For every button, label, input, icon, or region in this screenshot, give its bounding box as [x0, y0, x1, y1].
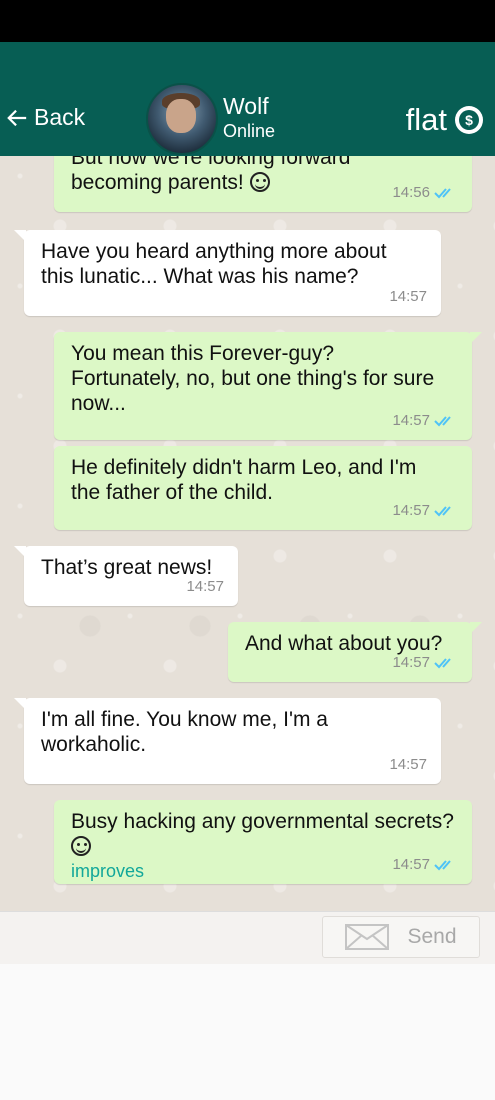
back-button[interactable]: Back	[6, 104, 85, 131]
message-meta: 14:57	[389, 284, 427, 309]
message-text: I'm all fine. You know me, I'm a workaho…	[41, 708, 328, 756]
chat-area[interactable]: But now we're looking forward becoming p…	[0, 156, 495, 911]
message-time: 14:57	[392, 856, 430, 873]
message-meta: 14:57	[186, 574, 224, 599]
back-label: Back	[34, 104, 86, 130]
status-bar	[0, 0, 495, 42]
message-text: You mean this Forever-guy? Fortunately, …	[71, 342, 435, 415]
chat-header: Back Wolf Online flat $	[0, 42, 495, 156]
message-meta: 14:57	[392, 852, 458, 877]
contact-name[interactable]: Wolf	[223, 93, 269, 120]
send-button[interactable]: Send	[322, 916, 480, 958]
double-check-icon	[434, 859, 451, 870]
message-bubble-incoming[interactable]: That’s great news! 14:57	[14, 546, 238, 606]
message-text: Have you heard anything more about this …	[41, 240, 387, 288]
message-bubble-outgoing[interactable]: You mean this Forever-guy? Fortunately, …	[54, 332, 482, 440]
message-time: 14:57	[392, 412, 430, 429]
message-meta: 14:57	[392, 650, 458, 675]
message-bubble-outgoing[interactable]: And what about you? 14:57	[228, 622, 482, 682]
message-time: 14:57	[392, 654, 430, 671]
dollar-coin-icon: $	[455, 106, 483, 134]
message-time: 14:56	[392, 184, 430, 201]
brand-logo: flat $	[406, 102, 483, 138]
brand-name: flat	[405, 102, 447, 137]
double-check-icon	[434, 415, 451, 426]
envelope-icon	[345, 924, 390, 950]
contact-status: Online	[223, 121, 276, 141]
message-bubble-outgoing[interactable]: Busy hacking any governmental secrets? i…	[54, 800, 472, 884]
message-text-partial: But now we're looking forward	[71, 156, 351, 169]
keyboard-area	[0, 964, 495, 1100]
message-bubble-incoming[interactable]: Have you heard anything more about this …	[14, 230, 441, 316]
message-meta: 14:57	[389, 752, 427, 777]
avatar-face	[166, 99, 196, 133]
message-time: 14:57	[392, 502, 430, 519]
avatar[interactable]	[146, 83, 218, 155]
double-check-icon	[434, 505, 451, 516]
message-bubble-incoming[interactable]: I'm all fine. You know me, I'm a workaho…	[14, 698, 441, 784]
smiley-icon	[71, 836, 91, 856]
message-meta: 14:56	[392, 180, 458, 205]
message-meta: 14:57	[392, 498, 458, 523]
send-label: Send	[407, 925, 457, 948]
message-time: 14:57	[389, 756, 427, 773]
message-text: Busy hacking any governmental secrets?	[71, 810, 454, 833]
message-text: becoming parents!	[71, 171, 244, 194]
message-bubble-outgoing[interactable]: He definitely didn't harm Leo, and I'm t…	[54, 446, 472, 530]
message-bubble-outgoing[interactable]: But now we're looking forward becoming p…	[54, 156, 472, 212]
double-check-icon	[434, 187, 451, 198]
message-time: 14:57	[186, 578, 224, 595]
message-time: 14:57	[389, 288, 427, 305]
arrow-left-icon	[7, 109, 27, 126]
smiley-icon	[249, 172, 270, 192]
double-check-icon	[434, 657, 451, 668]
message-meta: 14:57	[392, 408, 458, 433]
